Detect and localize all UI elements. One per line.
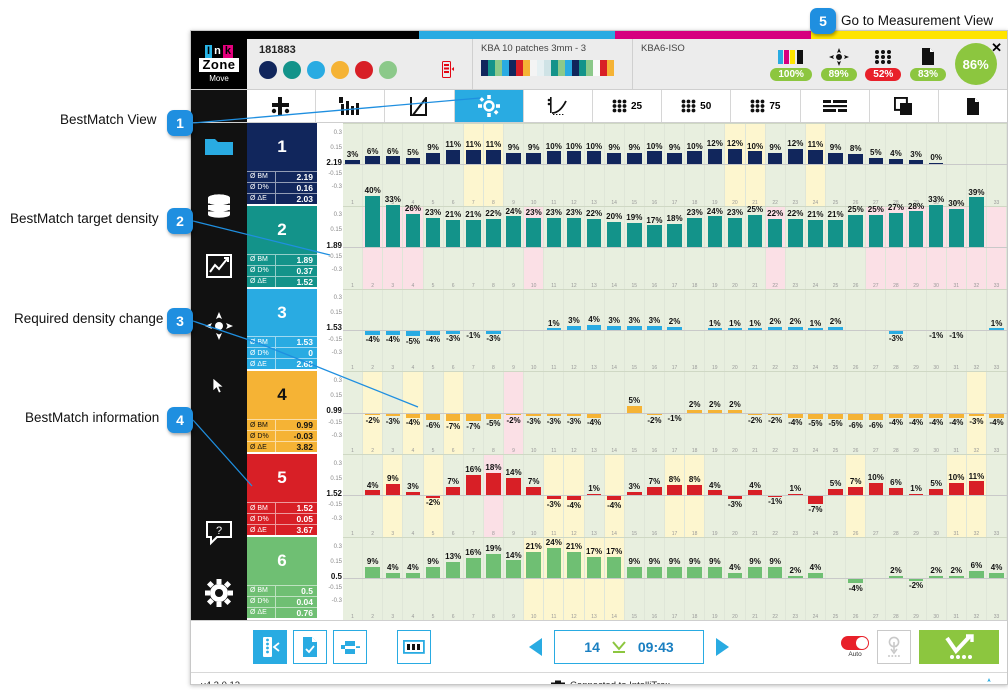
annotation-badge-1: 1	[167, 110, 193, 136]
annotation-badge-2: 2	[167, 208, 193, 234]
annotation-leader-lines	[192, 97, 481, 487]
annotation-badge-5: 5	[810, 8, 836, 34]
annotation-badge-4: 4	[167, 407, 193, 433]
annotation-badge-3: 3	[167, 308, 193, 334]
